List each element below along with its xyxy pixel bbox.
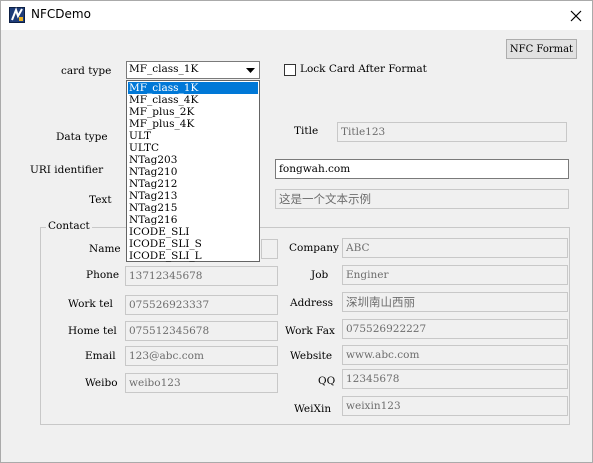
lock-card-checkbox[interactable] (284, 64, 296, 76)
app-window: NFCDemo NFC Format card type MF_class_1K… (0, 0, 593, 463)
nfc-format-button[interactable]: NFC Format (506, 39, 577, 59)
dropdown-option-icode-sli-l[interactable]: ICODE_SLI_L (128, 250, 258, 262)
home-tel-field[interactable]: 075512345678 (125, 321, 278, 341)
work-tel-label: Work tel (68, 298, 113, 310)
chevron-down-icon[interactable] (244, 65, 256, 75)
dropdown-option-ntag212[interactable]: NTag212 (128, 178, 258, 190)
dropdown-option-ntag213[interactable]: NTag213 (128, 190, 258, 202)
dropdown-option-mf-class-1k[interactable]: MF_class_1K (128, 82, 258, 94)
home-tel-label: Home tel (68, 325, 117, 337)
email-label: Email (85, 350, 116, 362)
dropdown-option-ult[interactable]: ULT (128, 130, 258, 142)
dropdown-option-ntag203[interactable]: NTag203 (128, 154, 258, 166)
dropdown-option-icode-sli[interactable]: ICODE_SLI (128, 226, 258, 238)
card-type-dropdown-list[interactable]: MF_class_1K MF_class_4K MF_plus_2K MF_pl… (126, 80, 260, 262)
data-type-label: Data type (56, 131, 108, 143)
card-type-selected-value: MF_class_1K (129, 63, 199, 75)
title-field[interactable]: Title123 (337, 122, 567, 142)
job-field[interactable]: Enginer (342, 265, 568, 285)
website-field[interactable]: www.abc.com (342, 345, 568, 365)
dropdown-option-ntag215[interactable]: NTag215 (128, 202, 258, 214)
dropdown-option-mf-plus-2k[interactable]: MF_plus_2K (128, 106, 258, 118)
name-label: Name (89, 243, 121, 255)
close-button[interactable] (559, 1, 592, 30)
address-label: Address (290, 297, 334, 309)
uri-field[interactable]: fongwah.com (275, 159, 569, 179)
close-icon (570, 10, 581, 21)
text-field[interactable]: 这是一个文本示例 (275, 189, 569, 209)
phone-field[interactable]: 13712345678 (125, 266, 278, 286)
weixin-label: WeiXin (294, 403, 332, 415)
title-bar[interactable]: NFCDemo (1, 1, 592, 30)
address-field[interactable]: 深圳南山西丽 (342, 292, 568, 312)
company-field[interactable]: ABC (342, 238, 568, 258)
job-label: Job (311, 269, 329, 281)
website-label: Website (290, 350, 333, 362)
dropdown-option-icode-sli-s[interactable]: ICODE_SLI_S (128, 238, 258, 250)
dropdown-option-ntag216[interactable]: NTag216 (128, 214, 258, 226)
lock-card-label: Lock Card After Format (300, 63, 427, 75)
weixin-field[interactable]: weixin123 (342, 396, 568, 416)
work-tel-field[interactable]: 075526923337 (125, 295, 278, 315)
title-label: Title (294, 125, 319, 137)
dropdown-option-mf-plus-4k[interactable]: MF_plus_4K (128, 118, 258, 130)
dropdown-option-ntag210[interactable]: NTag210 (128, 166, 258, 178)
weibo-label: Weibo (85, 377, 118, 389)
dropdown-option-ultc[interactable]: ULTC (128, 142, 258, 154)
weibo-field[interactable]: weibo123 (125, 373, 278, 393)
card-type-label: card type (61, 65, 112, 77)
qq-label: QQ (318, 375, 336, 387)
email-field[interactable]: 123@abc.com (125, 346, 278, 366)
name-field[interactable] (261, 239, 278, 259)
phone-label: Phone (86, 269, 120, 281)
contact-group-label: Contact (46, 220, 92, 232)
text-label: Text (89, 194, 112, 206)
window-title: NFCDemo (31, 7, 91, 21)
uri-identifier-label: URI identifier (30, 164, 104, 176)
dropdown-option-mf-class-4k[interactable]: MF_class_4K (128, 94, 258, 106)
qq-field[interactable]: 12345678 (342, 369, 568, 389)
company-label: Company (289, 242, 339, 254)
work-fax-label: Work Fax (285, 325, 335, 337)
app-icon (9, 7, 25, 23)
work-fax-field[interactable]: 075526922227 (342, 319, 568, 339)
card-type-select[interactable]: MF_class_1K (126, 61, 260, 79)
